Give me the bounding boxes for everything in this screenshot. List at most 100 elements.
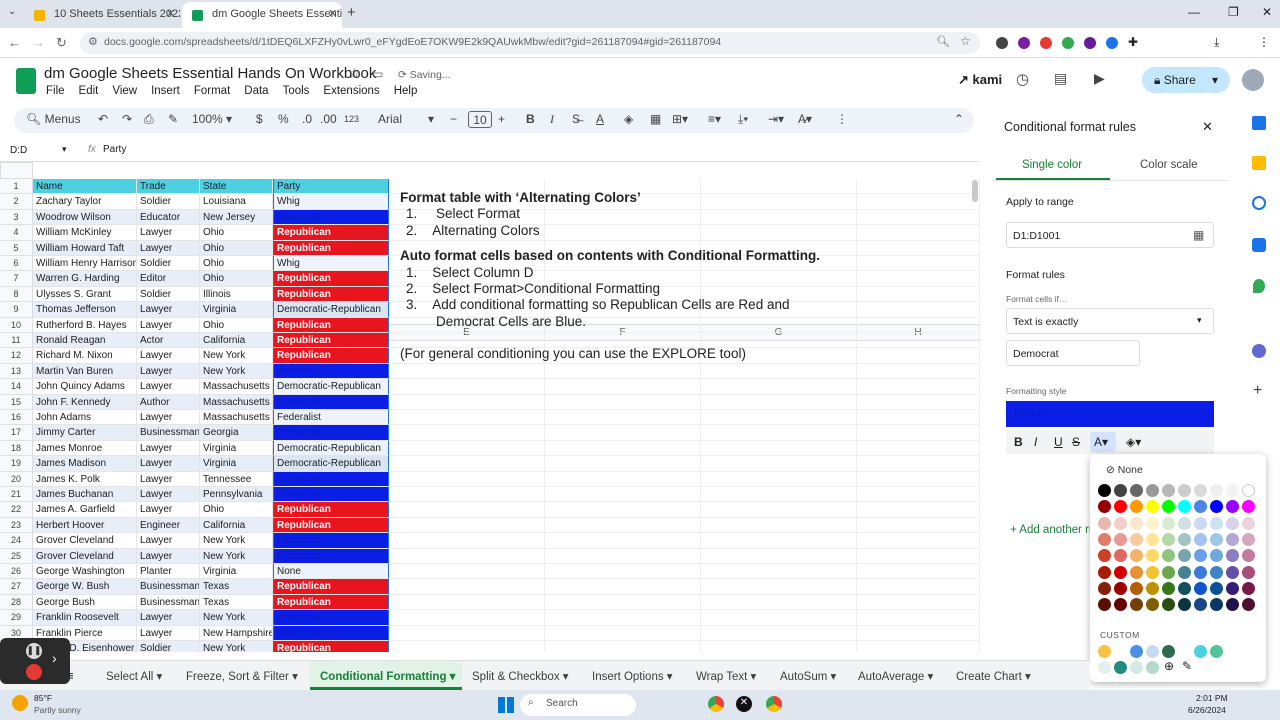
table-cell[interactable]: Lawyer: [137, 471, 200, 487]
tab-color-scale[interactable]: Color scale: [1140, 159, 1198, 171]
extension-icon[interactable]: [1084, 37, 1096, 49]
empty-cell[interactable]: [857, 456, 980, 472]
folder-icon[interactable]: ▭: [372, 67, 383, 81]
empty-cell[interactable]: [857, 641, 980, 652]
color-swatch[interactable]: [1194, 532, 1207, 546]
table-cell[interactable]: Franklin Roosevelt: [33, 610, 137, 626]
table-cell[interactable]: New York: [200, 348, 273, 364]
maps-icon[interactable]: [1253, 279, 1265, 293]
chrome-icon[interactable]: [766, 696, 782, 712]
empty-cell[interactable]: [857, 363, 980, 380]
custom-color-swatch[interactable]: [1114, 645, 1127, 658]
table-cell[interactable]: James Buchanan: [33, 487, 137, 503]
color-swatch[interactable]: [1114, 598, 1127, 612]
empty-cell[interactable]: [545, 610, 701, 626]
table-cell[interactable]: California: [200, 333, 273, 349]
row-header[interactable]: 28: [0, 594, 33, 611]
color-swatch[interactable]: [1114, 484, 1127, 497]
keep-icon[interactable]: [1252, 156, 1266, 170]
table-cell[interactable]: New York: [200, 610, 273, 626]
empty-cell[interactable]: [701, 394, 857, 410]
row-header[interactable]: 7: [0, 271, 33, 287]
table-cell[interactable]: Georgia: [200, 425, 273, 441]
meet-icon[interactable]: ▶: [1094, 70, 1105, 87]
color-swatch[interactable]: [1162, 598, 1175, 612]
empty-cell[interactable]: [701, 564, 857, 580]
color-swatch[interactable]: [1130, 598, 1143, 612]
table-cell[interactable]: Pennsylvania: [200, 487, 273, 503]
empty-cell[interactable]: [545, 502, 701, 518]
table-cell[interactable]: Lawyer: [137, 440, 200, 457]
table-cell[interactable]: Soldier: [137, 194, 200, 210]
table-cell[interactable]: Ronald Reagan: [33, 333, 137, 349]
table-cell[interactable]: New Jersey: [200, 209, 273, 226]
calendar-icon[interactable]: [1252, 116, 1266, 130]
color-swatch[interactable]: [1098, 532, 1111, 546]
row-header[interactable]: 23: [0, 517, 33, 534]
custom-color-swatch[interactable]: [1114, 661, 1127, 674]
color-swatch[interactable]: [1114, 516, 1127, 530]
name-box[interactable]: D:D: [10, 145, 27, 156]
zoom-icon[interactable]: 🔍︎: [936, 35, 950, 48]
sheet-tab-chart[interactable]: Create Chart ▾: [956, 669, 1031, 683]
empty-cell[interactable]: [545, 379, 701, 395]
table-cell[interactable]: Republican: [273, 286, 389, 303]
row-header[interactable]: 25: [0, 548, 33, 564]
empty-cell[interactable]: [545, 594, 701, 611]
color-swatch[interactable]: [1130, 565, 1143, 579]
color-swatch[interactable]: [1178, 581, 1191, 595]
empty-cell[interactable]: [857, 379, 980, 395]
table-cell[interactable]: Woodrow Wilson: [33, 209, 137, 226]
table-cell[interactable]: Massachusetts: [200, 394, 273, 410]
table-cell[interactable]: Texas: [200, 594, 273, 611]
menu-edit[interactable]: Edit: [79, 85, 99, 101]
color-swatch[interactable]: [1162, 549, 1175, 563]
table-cell[interactable]: Republican: [273, 271, 389, 287]
color-swatch[interactable]: [1226, 565, 1239, 579]
color-swatch[interactable]: [1130, 532, 1143, 546]
color-swatch[interactable]: [1178, 500, 1191, 514]
empty-cell[interactable]: [545, 487, 701, 503]
row-header[interactable]: 16: [0, 410, 33, 426]
font-size-decrease[interactable]: −: [450, 112, 457, 126]
table-cell[interactable]: Virginia: [200, 456, 273, 472]
table-cell[interactable]: Actor: [137, 333, 200, 349]
empty-cell[interactable]: [545, 517, 701, 534]
font-size-input[interactable]: 10: [468, 111, 492, 128]
bookmark-star-icon[interactable]: ☆: [960, 34, 971, 48]
site-info-icon[interactable]: ⚙: [88, 35, 98, 48]
range-input[interactable]: D1:D1001 ▦: [1006, 222, 1214, 248]
empty-cell[interactable]: [857, 440, 980, 457]
row-header[interactable]: 5: [0, 240, 33, 256]
empty-cell[interactable]: [389, 440, 545, 457]
table-cell[interactable]: None: [273, 564, 389, 580]
table-cell[interactable]: Lawyer: [137, 317, 200, 333]
empty-cell[interactable]: [389, 394, 545, 410]
empty-cell[interactable]: [701, 379, 857, 395]
row-header[interactable]: 22: [0, 502, 33, 518]
empty-cell[interactable]: [545, 533, 701, 549]
wrap-icon[interactable]: ⇥▾: [768, 112, 784, 126]
row-header[interactable]: 1: [0, 179, 33, 195]
table-cell[interactable]: Democrat: [273, 209, 389, 226]
color-swatch[interactable]: [1178, 484, 1191, 497]
taskbar-search[interactable]: ⌕ Search: [520, 694, 636, 716]
table-cell[interactable]: Businessman: [137, 579, 200, 595]
color-swatch[interactable]: [1114, 500, 1127, 514]
table-cell[interactable]: Democrat: [273, 487, 389, 503]
custom-color-swatch[interactable]: [1098, 645, 1111, 658]
color-swatch[interactable]: [1210, 484, 1223, 497]
empty-cell[interactable]: [857, 487, 980, 503]
table-cell[interactable]: Republican: [273, 240, 389, 256]
color-swatch[interactable]: [1146, 484, 1159, 497]
table-cell[interactable]: Illinois: [200, 286, 273, 303]
sheet-tab-select-all[interactable]: Select All ▾: [106, 669, 162, 683]
row-header[interactable]: 10: [0, 317, 33, 333]
table-cell[interactable]: Grover Cleveland: [33, 533, 137, 549]
empty-cell[interactable]: [857, 517, 980, 534]
table-cell[interactable]: Lawyer: [137, 348, 200, 364]
table-cell[interactable]: Democratic-Republican: [273, 302, 389, 318]
table-cell[interactable]: Republican: [273, 317, 389, 333]
color-swatch[interactable]: [1130, 549, 1143, 563]
menu-format[interactable]: Format: [194, 85, 230, 101]
